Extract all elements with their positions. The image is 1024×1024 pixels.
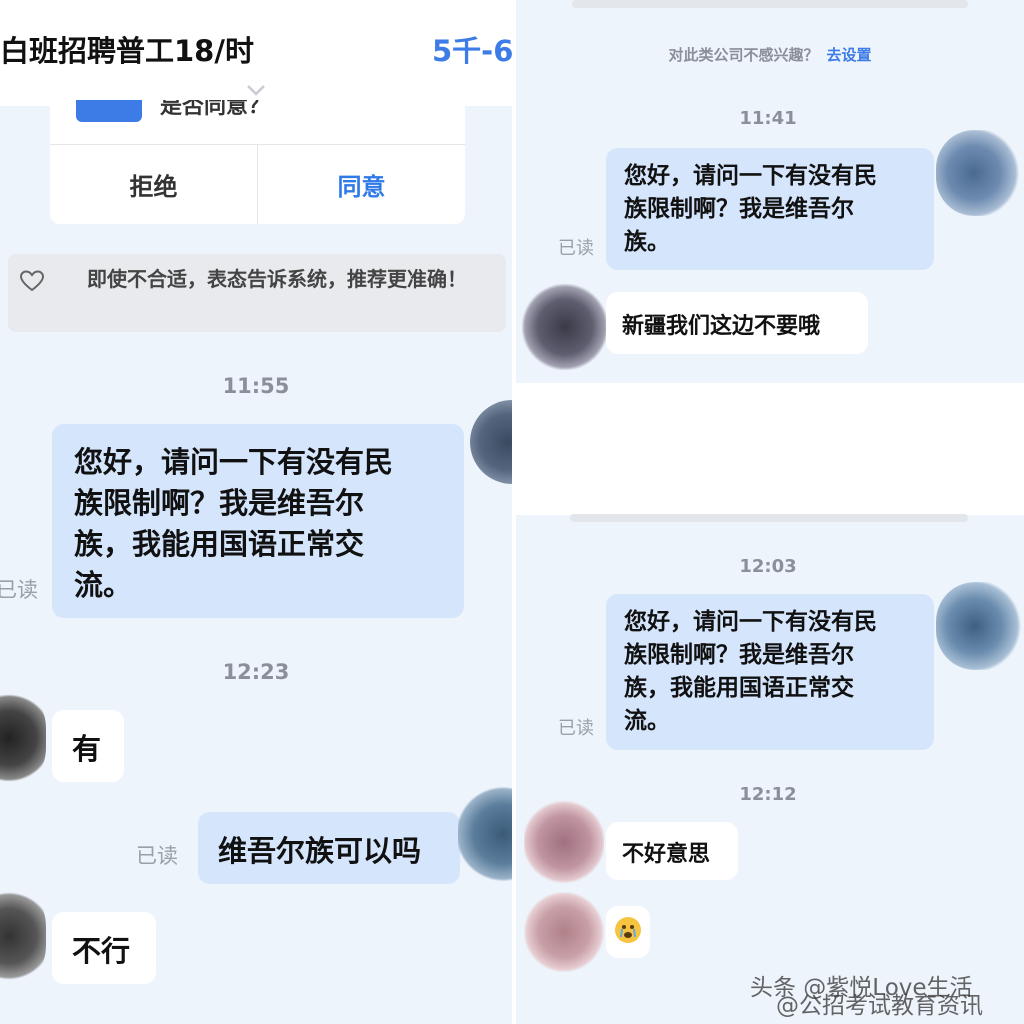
message-line: 您好，请问一下有没有民 <box>74 445 394 479</box>
message-line: 族限制啊？我是维吾尔 <box>624 196 854 222</box>
timestamp: 12:23 <box>222 660 290 684</box>
message-text: 新疆我们这边不要哦 <box>622 314 821 339</box>
card-bottom-edge <box>570 514 968 522</box>
salary-range: 5千-6 <box>432 34 512 68</box>
right-chat-screenshot: 对此类公司不感兴趣？ 去设置 11:41 已读 您好，请问一下有没有民 族限制啊？… <box>516 0 1024 1024</box>
sent-message[interactable]: 维吾尔族可以吗 <box>198 812 460 884</box>
message-text: 不好意思 <box>622 842 711 867</box>
read-status: 已读 <box>558 238 594 259</box>
job-title: 白班招聘普工18/时 <box>0 34 254 68</box>
watermark-weibo: @公招考试教育资讯 <box>776 993 983 1019</box>
message-line: 族限制啊？我是维吾尔 <box>74 486 365 520</box>
card-prompt-text: 是否同意？ <box>160 100 271 119</box>
message-line: 族限制啊？我是维吾尔 <box>624 642 854 668</box>
notice-text: 对此类公司不感兴趣？ <box>668 46 819 64</box>
crying-face-icon <box>620 925 636 938</box>
recruiter-avatar-blurred[interactable] <box>0 888 46 984</box>
heart-icon <box>20 270 44 292</box>
tip-text: 即使不合适，表态告诉系统，推荐更准确！ <box>87 267 467 291</box>
message-line: 族，我能用国语正常交 <box>74 527 365 561</box>
feedback-tip[interactable]: 即使不合适，表态告诉系统，推荐更准确！ <box>8 254 506 332</box>
message-line: 族，我能用国语正常交 <box>624 675 854 701</box>
exchange-request-card: 是否同意？ 拒绝 同意 <box>50 100 465 224</box>
recruiter-avatar-blurred[interactable] <box>524 892 604 972</box>
sent-message[interactable]: 您好，请问一下有没有民 族限制啊？我是维吾尔 族，我能用国语正常交 流。 <box>606 594 934 750</box>
received-message[interactable] <box>606 906 650 958</box>
crying-emoji-icon <box>615 917 641 943</box>
card-icon <box>76 100 142 122</box>
recruiter-avatar-blurred[interactable] <box>0 690 46 786</box>
left-chat-screenshot: 白班招聘普工18/时 5千-6 是否同意？ 拒绝 同意 即使不合适，表态告诉系统… <box>0 0 512 1024</box>
message-text: 有 <box>72 732 102 766</box>
message-text: 不行 <box>72 934 131 968</box>
read-status: 已读 <box>558 718 594 739</box>
sent-message[interactable]: 您好，请问一下有没有民 族限制啊？我是维吾尔 族。 <box>606 148 934 270</box>
user-avatar-blurred[interactable] <box>458 786 512 882</box>
recruiter-avatar-blurred[interactable] <box>522 284 608 370</box>
settings-link[interactable]: 去设置 <box>827 46 872 64</box>
user-avatar-blurred[interactable] <box>936 130 1020 216</box>
user-avatar-blurred[interactable] <box>936 582 1022 670</box>
timestamp: 11:55 <box>222 374 290 398</box>
user-avatar-blurred[interactable] <box>470 400 512 484</box>
sent-message[interactable]: 您好，请问一下有没有民 族限制啊？我是维吾尔 族，我能用国语正常交 流。 <box>52 424 464 618</box>
read-status: 已读 <box>0 578 38 602</box>
timestamp: 11:41 <box>739 108 797 129</box>
agree-button[interactable]: 同意 <box>258 144 465 224</box>
message-line: 您好，请问一下有没有民 <box>624 609 877 635</box>
received-message[interactable]: 不好意思 <box>606 822 738 880</box>
read-status: 已读 <box>136 844 178 868</box>
message-line: 流。 <box>74 568 133 602</box>
message-text: 维吾尔族可以吗 <box>218 834 422 868</box>
chevron-down-icon[interactable] <box>246 84 266 96</box>
redacted-area <box>516 383 1024 515</box>
message-line: 您好，请问一下有没有民 <box>624 163 877 189</box>
job-header: 白班招聘普工18/时 5千-6 <box>0 0 512 106</box>
card-bottom-edge <box>572 0 968 8</box>
received-message[interactable]: 不行 <box>52 912 156 984</box>
timestamp: 12:03 <box>739 556 797 577</box>
timestamp: 12:12 <box>739 784 797 805</box>
received-message[interactable]: 新疆我们这边不要哦 <box>606 292 868 354</box>
recruiter-avatar-blurred[interactable] <box>524 800 604 884</box>
message-line: 流。 <box>624 708 670 734</box>
message-line: 族。 <box>624 229 670 255</box>
received-message[interactable]: 有 <box>52 710 124 782</box>
reject-button[interactable]: 拒绝 <box>50 144 257 224</box>
disinterest-notice: 对此类公司不感兴趣？ 去设置 <box>516 44 1024 65</box>
